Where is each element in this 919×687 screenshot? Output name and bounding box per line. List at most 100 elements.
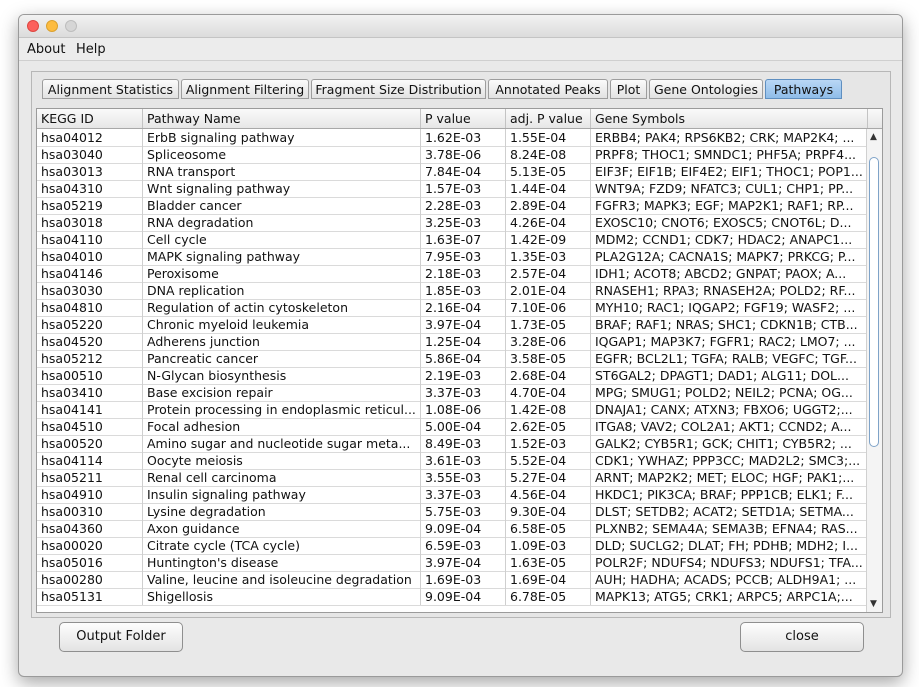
pathway-name-cell: N-Glycan biosynthesis	[143, 367, 421, 384]
table-row[interactable]: hsa04810 Regulation of actin cytoskeleton…	[37, 299, 867, 317]
kegg-id-cell: hsa04114	[37, 452, 143, 469]
kegg-id-cell: hsa05220	[37, 316, 143, 333]
tab-alignment-filtering[interactable]: Alignment Filtering	[181, 79, 309, 99]
adj-p-value-cell: 4.56E-04	[506, 486, 591, 503]
pathway-name-cell: RNA degradation	[143, 214, 421, 231]
table-row[interactable]: hsa04114 Oocyte meiosis 3.61E-03 5.52E-04 CD…	[37, 452, 867, 470]
gene-symbols-cell: ITGA8; VAV2; COL2A1; AKT1; CCND2; A...	[591, 418, 867, 435]
adj-p-value-cell: 9.30E-04	[506, 503, 591, 520]
p-value-cell: 2.16E-04	[421, 299, 506, 316]
gene-symbols-cell: WNT9A; FZD9; NFATC3; CUL1; CHP1; PP...	[591, 180, 867, 197]
table-row[interactable]: hsa05219 Bladder cancer 2.28E-03 2.89E-04 FG…	[37, 197, 867, 215]
output-folder-button[interactable]: Output Folder	[59, 622, 183, 652]
pathway-name-cell: Peroxisome	[143, 265, 421, 282]
kegg-id-cell: hsa00510	[37, 367, 143, 384]
table-row[interactable]: hsa04520 Adherens junction 1.25E-04 3.28E-0…	[37, 333, 867, 351]
adj-p-value-cell: 6.78E-05	[506, 588, 591, 605]
table-row[interactable]: hsa05131 Shigellosis 9.09E-04 6.78E-05 MAPK1…	[37, 588, 867, 606]
p-value-cell: 2.19E-03	[421, 367, 506, 384]
adj-p-value-cell: 1.42E-09	[506, 231, 591, 248]
table-row[interactable]: hsa04310 Wnt signaling pathway 1.57E-03 1.4…	[37, 180, 867, 198]
kegg-id-cell: hsa04110	[37, 231, 143, 248]
table-row[interactable]: hsa04360 Axon guidance 9.09E-04 6.58E-05 PLX…	[37, 520, 867, 538]
minimize-window-icon[interactable]	[46, 20, 58, 32]
table-row[interactable]: hsa00310 Lysine degradation 5.75E-03 9.30E-…	[37, 503, 867, 521]
table-row[interactable]: hsa03410 Base excision repair 3.37E-03 4.70…	[37, 384, 867, 402]
kegg-id-cell: hsa05212	[37, 350, 143, 367]
table-row[interactable]: hsa03018 RNA degradation 3.25E-03 4.26E-04 E…	[37, 214, 867, 232]
adj-p-value-cell: 5.13E-05	[506, 163, 591, 180]
table-row[interactable]: hsa05212 Pancreatic cancer 5.86E-04 3.58E-0…	[37, 350, 867, 368]
adj-p-value-cell: 3.58E-05	[506, 350, 591, 367]
pathway-name-cell: Valine, leucine and isoleucine degradati…	[143, 571, 421, 588]
pathway-name-cell: Spliceosome	[143, 146, 421, 163]
tab-alignment-statistics[interactable]: Alignment Statistics	[42, 79, 179, 99]
adj-p-value-cell: 2.89E-04	[506, 197, 591, 214]
p-value-cell: 3.37E-03	[421, 384, 506, 401]
p-value-cell: 3.97E-04	[421, 316, 506, 333]
tab-fragment-size-distribution[interactable]: Fragment Size Distribution	[311, 79, 486, 99]
table-row[interactable]: hsa04012 ErbB signaling pathway 1.62E-03 1.…	[37, 129, 867, 147]
scroll-down-arrow-icon[interactable]: ▼	[870, 599, 877, 609]
close-button[interactable]: close	[740, 622, 864, 652]
column-header-gene-symbols[interactable]: Gene Symbols	[591, 109, 868, 128]
app-window: About Help Alignment Statistics Alignmen…	[18, 14, 903, 677]
column-header-p-value[interactable]: P value	[421, 109, 506, 128]
tab-pathways[interactable]: Pathways	[765, 79, 842, 99]
p-value-cell: 1.85E-03	[421, 282, 506, 299]
tab-annotated-peaks[interactable]: Annotated Peaks	[488, 79, 608, 99]
gene-symbols-cell: AUH; HADHA; ACADS; PCCB; ALDH9A1; ...	[591, 571, 867, 588]
table-row[interactable]: hsa03013 RNA transport 7.84E-04 5.13E-05 EIF…	[37, 163, 867, 181]
scrollbar-thumb[interactable]	[869, 157, 879, 447]
adj-p-value-cell: 1.44E-04	[506, 180, 591, 197]
column-header-pathway-name[interactable]: Pathway Name	[143, 109, 421, 128]
gene-symbols-cell: MPG; SMUG1; POLD2; NEIL2; PCNA; OG...	[591, 384, 867, 401]
adj-p-value-cell: 4.26E-04	[506, 214, 591, 231]
kegg-id-cell: hsa05131	[37, 588, 143, 605]
menu-bar: About Help	[19, 38, 902, 61]
tab-gene-ontologies[interactable]: Gene Ontologies	[649, 79, 763, 99]
adj-p-value-cell: 5.52E-04	[506, 452, 591, 469]
adj-p-value-cell: 2.62E-05	[506, 418, 591, 435]
table-row[interactable]: hsa05220 Chronic myeloid leukemia 3.97E-04…	[37, 316, 867, 334]
tab-plot[interactable]: Plot	[610, 79, 647, 99]
pathway-name-cell: Chronic myeloid leukemia	[143, 316, 421, 333]
table-row[interactable]: hsa04110 Cell cycle 1.63E-07 1.42E-09 MDM2; …	[37, 231, 867, 249]
table-row[interactable]: hsa04146 Peroxisome 2.18E-03 2.57E-04 IDH1; …	[37, 265, 867, 283]
adj-p-value-cell: 3.28E-06	[506, 333, 591, 350]
vertical-scrollbar[interactable]: ▲ ▼	[866, 129, 882, 612]
gene-symbols-cell: GALK2; CYB5R1; GCK; CHIT1; CYB5R2; ...	[591, 435, 867, 452]
table-row[interactable]: hsa00280 Valine, leucine and isoleucine d…	[37, 571, 867, 589]
close-window-icon[interactable]	[27, 20, 39, 32]
kegg-id-cell: hsa00520	[37, 435, 143, 452]
table-row[interactable]: hsa00520 Amino sugar and nucleotide sugar…	[37, 435, 867, 453]
p-value-cell: 9.09E-04	[421, 588, 506, 605]
column-header-kegg-id[interactable]: KEGG ID	[37, 109, 143, 128]
table-row[interactable]: hsa05211 Renal cell carcinoma 3.55E-03 5.27…	[37, 469, 867, 487]
menu-help[interactable]: Help	[76, 42, 106, 57]
gene-symbols-cell: DNAJA1; CANX; ATXN3; FBXO6; UGGT2;...	[591, 401, 867, 418]
pathway-name-cell: Axon guidance	[143, 520, 421, 537]
table-row[interactable]: hsa04910 Insulin signaling pathway 3.37E-0…	[37, 486, 867, 504]
table-row[interactable]: hsa00020 Citrate cycle (TCA cycle) 6.59E-0…	[37, 537, 867, 555]
table-row[interactable]: hsa04010 MAPK signaling pathway 7.95E-03 1.…	[37, 248, 867, 266]
adj-p-value-cell: 2.01E-04	[506, 282, 591, 299]
table-row[interactable]: hsa03040 Spliceosome 3.78E-06 8.24E-08 PRPF8…	[37, 146, 867, 164]
column-header-adj-p-value[interactable]: adj. P value	[506, 109, 591, 128]
table-row[interactable]: hsa04141 Protein processing in endoplasmi…	[37, 401, 867, 419]
pathway-name-cell: Citrate cycle (TCA cycle)	[143, 537, 421, 554]
zoom-window-icon[interactable]	[65, 20, 77, 32]
kegg-id-cell: hsa03030	[37, 282, 143, 299]
table-row[interactable]: hsa05016 Huntington's disease 3.97E-04 1.63…	[37, 554, 867, 572]
kegg-id-cell: hsa00020	[37, 537, 143, 554]
pathway-name-cell: Lysine degradation	[143, 503, 421, 520]
p-value-cell: 1.57E-03	[421, 180, 506, 197]
scroll-up-arrow-icon[interactable]: ▲	[870, 132, 877, 142]
gene-symbols-cell: PLXNB2; SEMA4A; SEMA3B; EFNA4; RAS...	[591, 520, 867, 537]
table-row[interactable]: hsa00510 N-Glycan biosynthesis 2.19E-03 2.6…	[37, 367, 867, 385]
table-row[interactable]: hsa03030 DNA replication 1.85E-03 2.01E-04 R…	[37, 282, 867, 300]
table-row[interactable]: hsa04510 Focal adhesion 5.00E-04 2.62E-05 IT…	[37, 418, 867, 436]
p-value-cell: 5.86E-04	[421, 350, 506, 367]
gene-symbols-cell: ST6GAL2; DPAGT1; DAD1; ALG11; DOL...	[591, 367, 867, 384]
menu-about[interactable]: About	[27, 42, 65, 57]
